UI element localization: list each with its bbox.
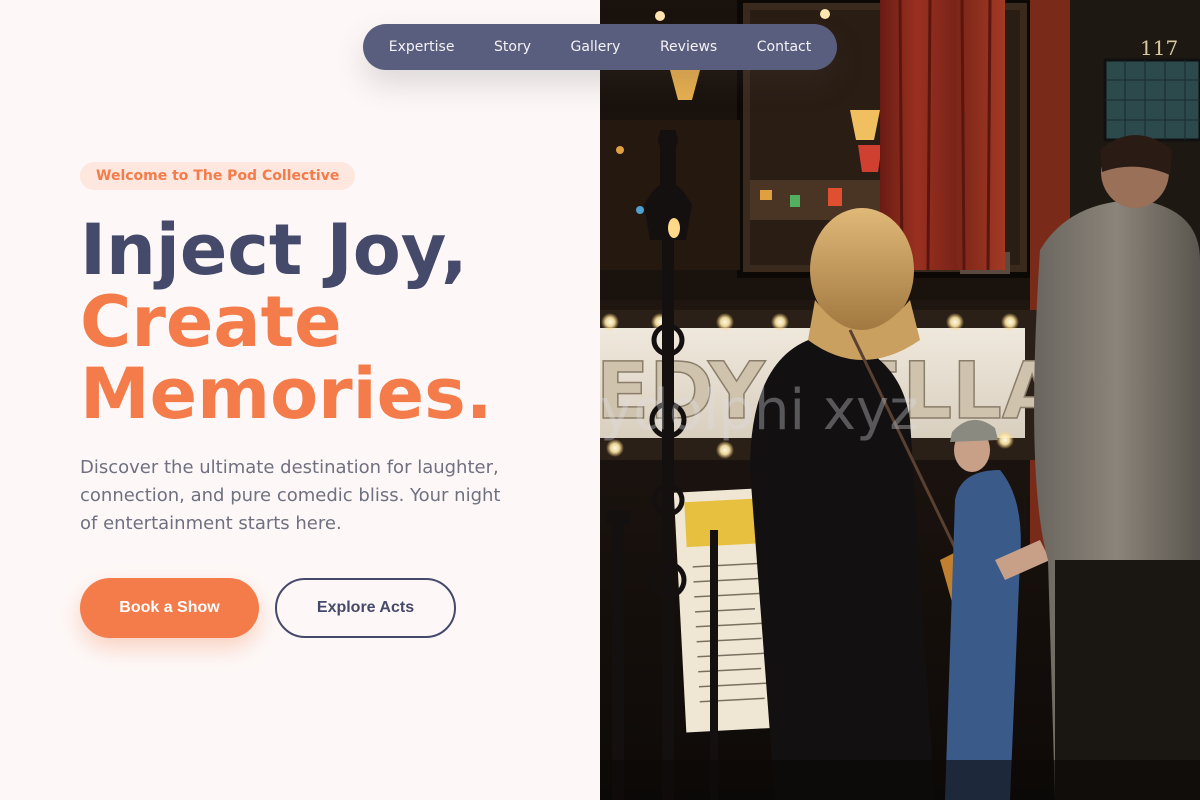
watermark-text: ydolphi xyz xyxy=(600,378,919,443)
top-navbar: Expertise Story Gallery Reviews Contact xyxy=(363,24,837,70)
headline-line-3: Memories. xyxy=(80,353,493,435)
address-number: 117 xyxy=(1140,36,1179,60)
nav-link-story[interactable]: Story xyxy=(484,33,541,61)
nav-link-gallery[interactable]: Gallery xyxy=(561,33,631,61)
hero-left-panel: Welcome to The Pod Collective Inject Joy… xyxy=(0,0,600,800)
explore-acts-button[interactable]: Explore Acts xyxy=(275,578,456,638)
headline-line-1: Inject Joy, xyxy=(80,209,468,291)
headline-line-2: Create xyxy=(80,281,342,363)
page: Welcome to The Pod Collective Inject Joy… xyxy=(0,0,1200,800)
nav-link-reviews[interactable]: Reviews xyxy=(650,33,727,61)
hero-photo: EDY CELLAR 117 ydolphi xyz xyxy=(600,0,1200,800)
book-show-button[interactable]: Book a Show xyxy=(80,578,259,638)
man-grey-sweater-figure xyxy=(1034,135,1200,800)
hero-description: Discover the ultimate destination for la… xyxy=(80,457,501,534)
welcome-badge: Welcome to The Pod Collective xyxy=(80,162,356,190)
nav-link-expertise[interactable]: Expertise xyxy=(379,33,465,61)
nav-link-contact[interactable]: Contact xyxy=(747,33,821,61)
